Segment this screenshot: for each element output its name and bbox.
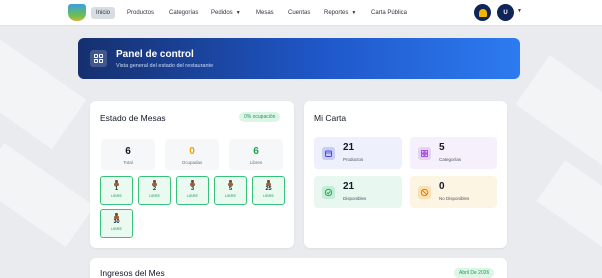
page-title: Panel de control (116, 49, 194, 60)
nav-pedidos[interactable]: Pedidos ▼ (211, 7, 241, 19)
table-card[interactable]: 30 LIBRE (100, 209, 133, 238)
chair-icon (114, 180, 119, 186)
caret-down-icon: ▼ (235, 10, 241, 16)
occupancy-badge: 0% ocupación (239, 112, 281, 122)
chevron-down-icon[interactable]: ▼ (517, 8, 522, 14)
carta-productos-card[interactable]: 21 Productos (314, 137, 402, 169)
stat-libres: 6 Libres (229, 139, 283, 170)
table-card[interactable]: 5 LIBRE (214, 176, 247, 205)
date-badge: Abril De 2026 (454, 268, 495, 278)
chair-icon (114, 213, 119, 219)
nav-productos[interactable]: Productos (127, 7, 154, 19)
chair-icon (190, 180, 195, 186)
chair-icon (266, 180, 271, 186)
carta-no-disponibles-card[interactable]: 0 No Disponibles (410, 176, 497, 208)
table-card[interactable]: 1 LIBRE (100, 176, 133, 205)
carta-disponibles-card[interactable]: 21 Disponibles (314, 176, 402, 208)
check-circle-icon (322, 186, 335, 199)
nav-inicio[interactable]: Inicio (91, 7, 116, 19)
carta-categorias-card[interactable]: 5 Categorías (410, 137, 497, 169)
carta-title: Mi Carta (314, 113, 347, 123)
table-card[interactable]: 3 LIBRE (176, 176, 209, 205)
carta-panel (304, 101, 507, 248)
ingresos-title: Ingresos del Mes (100, 268, 165, 278)
nav-carta-publica[interactable]: Carta Pública (371, 7, 407, 19)
stat-total: 6 Total (101, 139, 155, 170)
notifications-button[interactable] (474, 4, 491, 21)
page-subtitle: Vista general del estado del restaurante (116, 63, 214, 69)
nav-cuentas[interactable]: Cuentas (288, 7, 310, 19)
bell-icon (478, 8, 487, 17)
mesas-title: Estado de Mesas (100, 113, 166, 123)
caret-down-icon: ▼ (351, 10, 357, 16)
top-navbar: Inicio Productos Categorías Pedidos ▼ Mes… (0, 0, 602, 26)
restaurant-logo[interactable] (68, 4, 86, 21)
user-avatar-button[interactable]: U (497, 4, 514, 21)
table-card[interactable]: 2 LIBRE (138, 176, 171, 205)
grid-icon (418, 147, 431, 160)
nav-reportes[interactable]: Reportes ▼ (324, 7, 356, 19)
stat-ocupadas: 0 Ocupadas (165, 139, 219, 170)
grid-icon (90, 50, 107, 67)
nav-mesas[interactable]: Mesas (256, 7, 274, 19)
ban-icon (418, 186, 431, 199)
table-card[interactable]: 25 LIBRE (252, 176, 285, 205)
dashboard-header: Panel de control Vista general del estad… (78, 38, 520, 79)
chair-icon (152, 180, 157, 186)
calendar-icon (322, 147, 335, 160)
nav-categorias[interactable]: Categorías (169, 7, 198, 19)
chair-icon (228, 180, 233, 186)
